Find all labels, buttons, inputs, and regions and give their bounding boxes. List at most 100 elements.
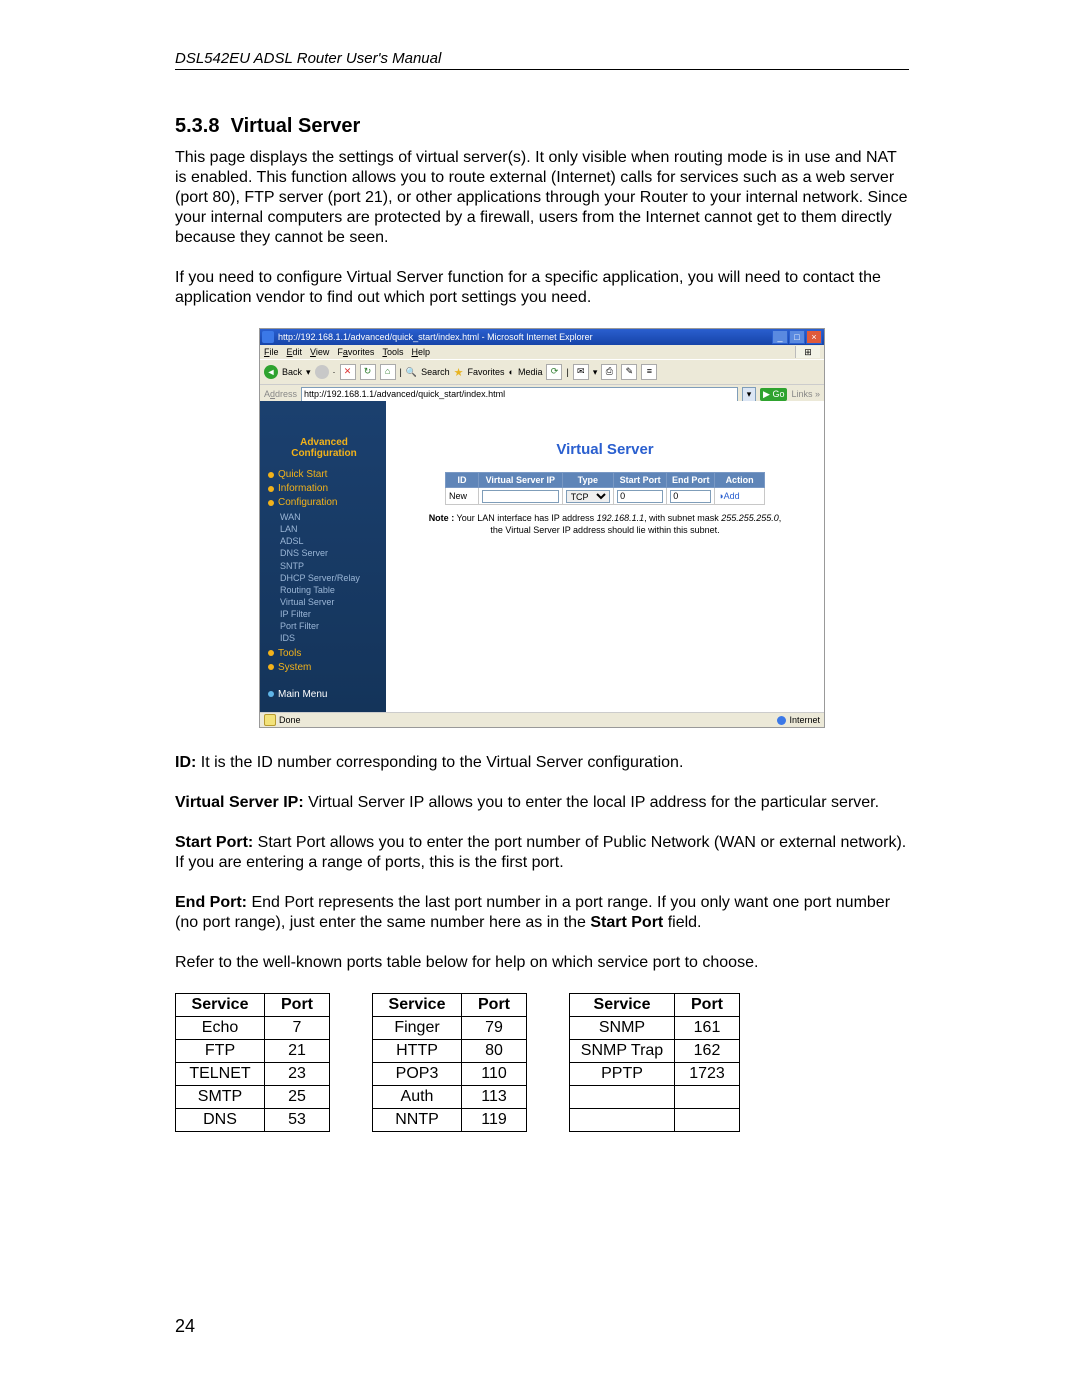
refresh-icon[interactable]: ↻	[360, 364, 376, 380]
table-row: HTTP80	[373, 1040, 527, 1063]
desc-refer: Refer to the well-known ports table belo…	[175, 953, 909, 973]
running-head: DSL542EU ADSL Router User's Manual	[175, 50, 909, 67]
sidebar-item-configuration[interactable]: Configuration	[268, 497, 380, 508]
desc-end-port: End Port: End Port represents the last p…	[175, 893, 909, 933]
search-icon[interactable]: 🔍	[406, 367, 417, 378]
menu-view[interactable]: View	[310, 347, 329, 357]
menu-help[interactable]: Help	[411, 347, 430, 357]
maximize-icon[interactable]: □	[789, 330, 805, 344]
go-button[interactable]: ▶ Go	[760, 388, 787, 401]
note-text: Note : Your LAN interface has IP address…	[400, 513, 810, 536]
section-title: Virtual Server	[231, 115, 361, 137]
favorites-icon[interactable]: ★	[454, 366, 464, 379]
th-service: Service	[176, 994, 265, 1017]
sidebar-sub-dns[interactable]: DNS Server	[280, 547, 380, 559]
col-id: ID	[446, 473, 479, 488]
minimize-icon[interactable]: _	[772, 330, 788, 344]
table-row	[570, 1109, 740, 1132]
start-port-input[interactable]	[617, 490, 663, 503]
table-row: FTP21	[176, 1040, 330, 1063]
virtual-server-table: ID Virtual Server IP Type Start Port End…	[445, 472, 765, 505]
menu-bar: FFileile Edit View Favorites Tools Help …	[260, 345, 824, 359]
col-start-port: Start Port	[614, 473, 667, 488]
menu-edit[interactable]: Edit	[287, 347, 303, 357]
back-dropdown-icon[interactable]: ▾	[306, 367, 311, 378]
menu-tools[interactable]: Tools	[382, 347, 403, 357]
media-button[interactable]: Media	[518, 367, 543, 377]
col-type: Type	[562, 473, 614, 488]
favorites-button[interactable]: Favorites	[468, 367, 505, 377]
sidebar-item-main-menu[interactable]: Main Menu	[268, 689, 380, 700]
page-title: Virtual Server	[400, 441, 810, 458]
header-rule	[175, 69, 909, 70]
bullet-icon	[268, 691, 274, 697]
menu-favorites[interactable]: Favorites	[337, 347, 374, 357]
globe-icon	[777, 716, 786, 725]
end-port-input[interactable]	[670, 490, 711, 503]
sidebar-sub-dhcp[interactable]: DHCP Server/Relay	[280, 572, 380, 584]
print-icon[interactable]: ⎙	[601, 364, 617, 380]
history-icon[interactable]: ⟳	[546, 364, 562, 380]
sidebar-sub-adsl[interactable]: ADSL	[280, 535, 380, 547]
th-service: Service	[373, 994, 462, 1017]
close-icon[interactable]: ×	[806, 330, 822, 344]
port-table-2: ServicePort Finger79 HTTP80 POP3110 Auth…	[372, 993, 527, 1132]
window-titlebar: http://192.168.1.1/advanced/quick_start/…	[260, 329, 824, 345]
status-bar: Done Internet	[260, 712, 824, 727]
table-row	[570, 1086, 740, 1109]
type-select[interactable]: TCP	[566, 490, 611, 503]
sidebar-item-quick-start[interactable]: Quick Start	[268, 469, 380, 480]
mail-icon[interactable]: ✉	[573, 364, 589, 380]
stop-icon[interactable]: ✕	[340, 364, 356, 380]
sidebar-item-system[interactable]: System	[268, 662, 380, 673]
desc-vsip: Virtual Server IP: Virtual Server IP all…	[175, 793, 909, 813]
table-row: Finger79	[373, 1017, 527, 1040]
desc-start-port: Start Port: Start Port allows you to ent…	[175, 833, 909, 873]
address-dropdown-icon[interactable]: ▾	[742, 387, 756, 402]
virtual-server-ip-input[interactable]	[482, 490, 559, 503]
ie-icon	[262, 331, 274, 343]
section-number: 5.3.8	[175, 115, 219, 137]
edit-icon[interactable]: ✎	[621, 364, 637, 380]
discuss-icon[interactable]: ≡	[641, 364, 657, 380]
port-tables: ServicePort Echo7 FTP21 TELNET23 SMTP25 …	[175, 993, 909, 1132]
back-button[interactable]: Back	[282, 367, 302, 377]
home-icon[interactable]: ⌂	[380, 364, 396, 380]
sidebar-sub-ip-filter[interactable]: IP Filter	[280, 608, 380, 620]
sidebar-sub-port-filter[interactable]: Port Filter	[280, 620, 380, 632]
window-title: http://192.168.1.1/advanced/quick_start/…	[278, 332, 593, 342]
toolbar: ◄ Back▾ · ✕ ↻ ⌂ | 🔍Search ★Favorites ◐Me…	[260, 359, 824, 385]
sidebar-sub-ids[interactable]: IDS	[280, 632, 380, 644]
th-service: Service	[570, 994, 675, 1017]
th-port: Port	[462, 994, 527, 1017]
search-button[interactable]: Search	[421, 367, 450, 377]
sidebar-sub-lan[interactable]: LAN	[280, 523, 380, 535]
main-panel: Virtual Server ID Virtual Server IP Type…	[386, 401, 824, 713]
add-button[interactable]: ◑Add	[715, 488, 765, 505]
mail-dropdown-icon[interactable]: ▾	[593, 367, 598, 378]
links-button[interactable]: Links »	[791, 389, 820, 399]
done-icon	[264, 714, 276, 726]
forward-icon[interactable]	[315, 365, 329, 379]
media-icon[interactable]: ◐	[509, 367, 514, 377]
address-field[interactable]: http://192.168.1.1/advanced/quick_start/…	[301, 387, 738, 402]
sidebar-sub-routing[interactable]: Routing Table	[280, 584, 380, 596]
bullet-icon	[268, 486, 274, 492]
sidebar-item-tools[interactable]: Tools	[268, 648, 380, 659]
col-vsip: Virtual Server IP	[479, 473, 563, 488]
cell-id: New	[446, 488, 479, 505]
bullet-icon	[268, 664, 274, 670]
table-row: New TCP ◑Add	[446, 488, 765, 505]
sidebar-sub-sntp[interactable]: SNTP	[280, 560, 380, 572]
desc-id: ID: It is the ID number corresponding to…	[175, 753, 909, 773]
th-port: Port	[675, 994, 740, 1017]
port-table-1: ServicePort Echo7 FTP21 TELNET23 SMTP25 …	[175, 993, 330, 1132]
sidebar-sub-wan[interactable]: WAN	[280, 511, 380, 523]
ms-flag-icon: ⊞	[795, 346, 820, 358]
back-icon[interactable]: ◄	[264, 365, 278, 379]
sidebar-header: AdvancedConfiguration	[268, 437, 380, 459]
sidebar-sub-virtual-server[interactable]: Virtual Server	[280, 596, 380, 608]
table-row: NNTP119	[373, 1109, 527, 1132]
menu-file[interactable]: FFileile	[264, 347, 279, 357]
sidebar-item-information[interactable]: Information	[268, 483, 380, 494]
